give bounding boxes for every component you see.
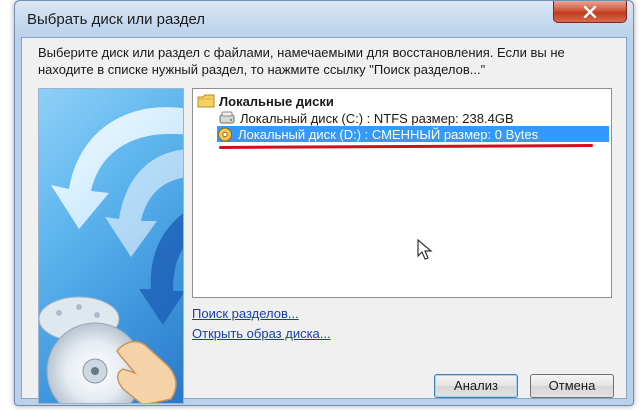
title-bar[interactable]: Выбрать диск или раздел xyxy=(15,1,633,37)
recovery-illustration xyxy=(38,88,184,404)
close-icon xyxy=(583,5,597,18)
tree-item-disk-d[interactable]: Локальный диск (D:) : СМЕННЫЙ размер: 0 … xyxy=(217,126,609,142)
disk-tree[interactable]: Локальные диски Локальный диск (C:) : NT… xyxy=(192,88,612,298)
search-partitions-link[interactable]: Поиск разделов... xyxy=(192,306,299,321)
cancel-button[interactable]: Отмена xyxy=(530,374,614,398)
tree-item-label: Локальные диски xyxy=(219,93,334,109)
tree-item-label: Локальный диск (D:) : СМЕННЫЙ размер: 0 … xyxy=(238,126,539,142)
hard-drive-icon xyxy=(219,111,235,124)
instruction-text: Выберите диск или раздел с файлами, наме… xyxy=(38,45,565,77)
close-button[interactable] xyxy=(553,1,627,23)
analyze-button[interactable]: Анализ xyxy=(434,374,518,398)
dialog-window: Выбрать диск или раздел Выберите диск ил… xyxy=(14,0,634,406)
recovery-artwork xyxy=(39,107,183,403)
tree-item-disk-c[interactable]: Локальный диск (C:) : NTFS размер: 238.4… xyxy=(219,110,611,126)
open-disk-image-link[interactable]: Открыть образ диска... xyxy=(192,326,331,341)
removable-disk-icon xyxy=(218,127,232,141)
mouse-cursor-icon xyxy=(417,239,433,260)
highlight-underline xyxy=(218,144,594,149)
dialog-content: Выберите диск или раздел с файлами, наме… xyxy=(21,37,627,404)
tree-item-label: Локальный диск (C:) : NTFS размер: 238.4… xyxy=(240,110,514,126)
window-title: Выбрать диск или раздел xyxy=(27,11,206,28)
folder-icon xyxy=(197,94,215,108)
tree-item-local-disks[interactable]: Локальные диски xyxy=(197,93,611,109)
